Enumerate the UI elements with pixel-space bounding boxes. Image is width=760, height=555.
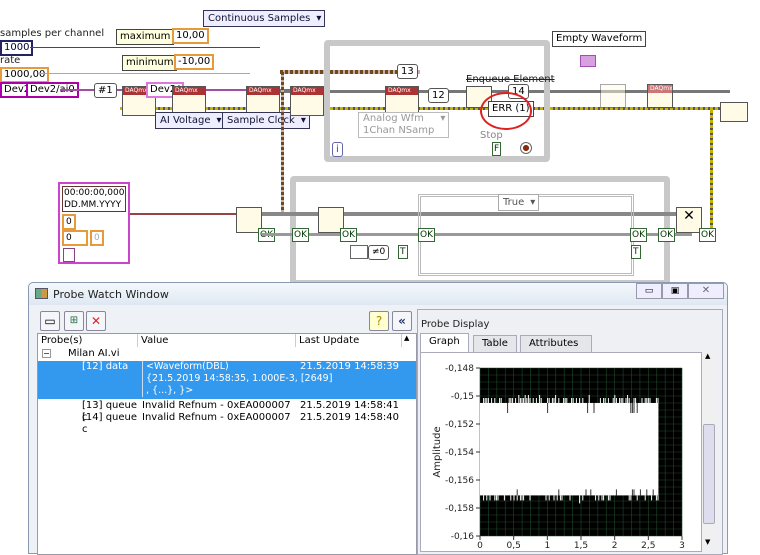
waveform-node [350,245,368,259]
y-tick-label: -0,154 [445,448,474,458]
samples-per-channel-control[interactable]: 1000 [0,40,34,56]
dt-constant[interactable]: 0 [62,230,88,246]
stop-label: Stop [480,130,503,141]
probe-value: Invalid Refnum - 0xEA000007 [142,400,291,411]
timestamp-cluster: 00:00:00,000 DD.MM.YYYY 0 0 0 [58,182,130,264]
maximum-constant[interactable]: 10,00 [172,28,209,44]
y-tick-label: -0,16 [451,532,475,542]
waveform-graph: -0,148 -0,15 -0,152 -0,154 -0,156 -0,158 -0,16… [432,364,685,551]
tab-table[interactable]: Table [473,335,517,353]
wire-queue-down [281,72,284,212]
probe-value: Invalid Refnum - 0xEA000007 [142,412,291,423]
probe-13-label: 13 [397,64,418,79]
rate-label: rate [0,55,21,66]
help-button[interactable]: ? [369,311,389,331]
wire-rate [40,73,250,74]
collapse-button[interactable]: « [392,311,412,331]
tab-graph[interactable]: Graph [420,333,469,353]
timestamp-constant[interactable]: 00:00:00,000 DD.MM.YYYY [62,186,126,212]
display-scrollbar[interactable]: ▲ ▼ [702,352,716,552]
y-tick-label: -0,152 [445,420,474,430]
scroll-thumb[interactable] [703,424,715,524]
case-selector[interactable]: True [498,194,540,211]
x-tick-label: 0,5 [507,541,521,551]
loop-iteration-terminal: i [332,142,343,157]
rate-control[interactable]: 1000,00 [0,67,50,83]
add-probe-button[interactable]: ⊞ [64,311,84,331]
x-tick-label: 3 [679,541,685,551]
probe-last-update: 21.5.2019 14:58:39 [300,361,399,372]
empty-waveform-constant [580,55,596,67]
y-tick-label: -0,156 [445,476,474,486]
wire-waveform [130,213,236,215]
t0-constant[interactable]: 0 [62,214,76,230]
attributes-constant [63,248,75,262]
signal-band [480,403,659,496]
maximum-label: maximum [116,29,175,45]
y-axis-label: Amplitude [432,426,443,477]
minimum-constant[interactable]: -10,00 [174,54,215,70]
y-array-constant[interactable]: 0 [90,230,104,246]
probe-name: [14] queue c [82,412,138,435]
x-tick-label: 2 [612,541,618,551]
column-value[interactable]: Value [138,334,296,347]
samples-per-channel-label: samples per channel [0,28,105,39]
minimum-label: minimum [122,55,178,71]
error-ok-3: OK [340,228,357,242]
tab-attributes[interactable]: Attributes [520,335,592,353]
error-ok-2: OK [292,228,309,242]
analog-wfm-ring[interactable]: Analog Wfm 1Chan NSamp [358,112,450,138]
x-tick-label: 1 [544,541,550,551]
probe-last-update: 21.5.2019 14:58:40 [300,412,399,423]
error-highlight-circle [480,92,532,130]
window-title-bar: Probe Watch Window ▭ ▣ ✕ [29,283,727,305]
maximize-button[interactable]: ▣ [662,283,688,299]
delete-probe-button[interactable]: ✕ [86,311,106,331]
close-button[interactable]: ✕ [688,283,724,299]
probe-name: [12] data [82,361,129,372]
empty-waveform-label: Empty Waveform [552,31,647,47]
probe-display-title: Probe Display [421,319,490,330]
wire-error-down [710,110,713,242]
ai-voltage-ring[interactable]: AI Voltage [155,112,226,129]
error-ok-5: OK [630,228,647,242]
probe-last-update: 21.5.2019 14:58:41 [300,400,399,411]
sample-mode-ring[interactable]: Continuous Samples [203,10,326,27]
group-label: Milan AI.vi [68,348,120,359]
column-probes[interactable]: Probe(s) [38,334,138,347]
x-tick-label: 0 [477,541,483,551]
error-ok-6: OK [658,228,675,242]
column-last-update[interactable]: Last Update [296,334,402,347]
table-row[interactable]: [12] data <Waveform(DBL) {21.5.2019 14:5… [38,361,416,399]
channel-control[interactable]: Dev2 [0,82,30,98]
window-title: Probe Watch Window [53,288,169,301]
y-tick-label: -0,148 [445,364,474,374]
index-constant: #1 [94,83,117,98]
x-tick-label: 2,5 [641,541,655,551]
error-ok-7: OK [699,228,716,242]
enqueue-empty-node[interactable] [600,84,626,108]
loop-condition-icon [520,142,532,154]
x-tick-label: 1,5 [574,541,588,551]
y-tick-label: -0,15 [451,392,474,402]
probe-table: Probe(s) Value Last Update ▲ − Milan AI.… [37,333,417,555]
minimize-button[interactable]: ▭ [636,283,662,299]
scroll-up-arrow[interactable]: ▲ [705,352,710,360]
daqmx-clear-task-node[interactable]: DAQmx [647,84,673,108]
release-queue-node[interactable] [720,102,748,122]
probe-window-icon [35,288,48,299]
y-tick-label: -0,158 [445,504,474,514]
not-equal-zero-node: ≠0 [368,245,390,260]
probe-12-label: 12 [428,88,449,103]
open-probe-button[interactable]: ▭ [40,311,60,331]
wire-samples [30,47,260,48]
collapse-icon[interactable]: − [42,349,51,358]
error-ok-4: OK [418,228,435,242]
boolean-t-1: T [398,245,408,259]
stop-button-terminal[interactable]: F [492,142,502,156]
boolean-t-2: T [631,245,641,259]
scroll-down-arrow[interactable]: ▼ [705,538,710,546]
daqmx-start-task-node[interactable]: DAQmx [290,86,324,116]
table-scroll-up[interactable]: ▲ [404,334,409,342]
